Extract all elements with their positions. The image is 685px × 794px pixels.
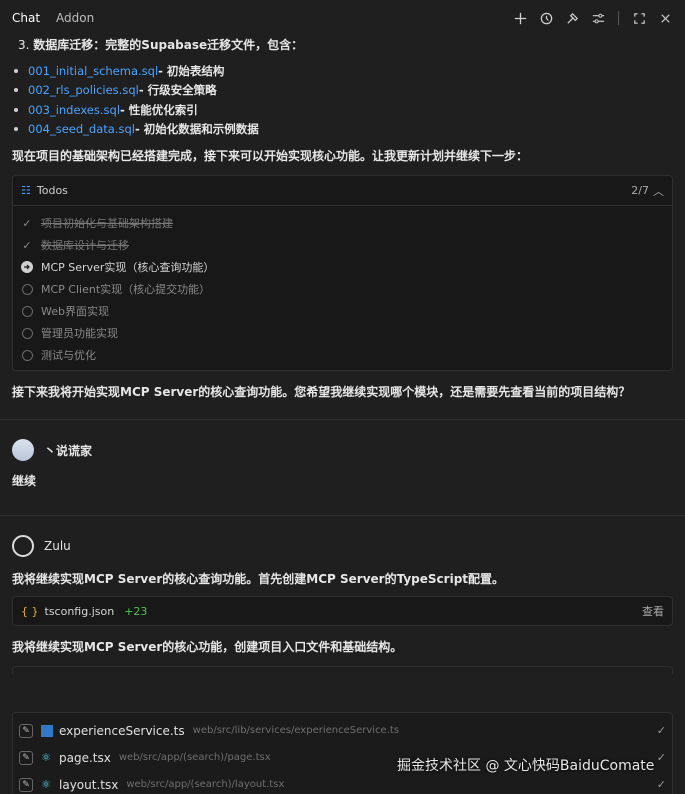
migration-heading: 3. 数据库迁移：完整的Supabase迁移文件，包含：: [18, 38, 304, 52]
todos-title: Todos: [36, 184, 68, 197]
check-icon: ✓: [656, 724, 666, 737]
view-button[interactable]: 查看: [642, 603, 664, 619]
todo-item: MCP Server实现（核心查询功能）: [21, 256, 664, 278]
list-item: 002_rls_policies.sql - 行级安全策略: [12, 81, 673, 101]
question-text: 接下来我将开始实现MCP Server的核心查询功能。您希望我继续实现哪个模块，…: [12, 385, 631, 399]
todos-header[interactable]: ☷ Todos 2/7 ︿: [13, 176, 672, 206]
edited-files-panel: ✎ experienceService.ts web/src/lib/servi…: [12, 712, 673, 794]
react-file-icon: ⚛: [41, 777, 51, 791]
top-bar: Chat Addon: [0, 0, 685, 36]
pending-circle-icon: [21, 327, 33, 339]
check-icon: ✓: [656, 778, 666, 791]
pending-circle-icon: [21, 283, 33, 295]
todo-item: 管理员功能实现: [21, 322, 664, 344]
migration-file-list: 001_initial_schema.sql - 初始表结构 002_rls_p…: [12, 61, 673, 139]
file-change-card[interactable]: [12, 666, 673, 674]
tab-addon[interactable]: Addon: [56, 11, 94, 25]
file-link[interactable]: 001_initial_schema.sql: [28, 64, 158, 78]
user-name: 丶说谎家: [44, 443, 93, 458]
bot-header: Zulu: [12, 516, 673, 576]
todo-item: 测试与优化: [21, 344, 664, 366]
user-message: 继续: [12, 474, 37, 488]
check-icon: ✓: [656, 751, 666, 764]
diff-count: +23: [124, 604, 148, 618]
history-icon[interactable]: [538, 10, 554, 26]
file-change-card[interactable]: { } tsconfig.json +23 查看: [12, 596, 673, 626]
toolbar-divider: [618, 11, 619, 25]
tab-chat[interactable]: Chat: [12, 11, 40, 25]
top-actions: [512, 10, 673, 26]
todo-item: Web界面实现: [21, 300, 664, 322]
todos-panel: ☷ Todos 2/7 ︿ ✓ 项目初始化与基础架构搭建 ✓ 数据库设计与迁移 MCP…: [12, 175, 673, 371]
watermark: 掘金技术社区 @ 文心快码BaiduComate: [397, 758, 655, 774]
edit-icon[interactable]: ✎: [19, 723, 33, 738]
hammer-icon[interactable]: [564, 10, 580, 26]
list-item: 001_initial_schema.sql - 初始表结构: [12, 61, 673, 81]
pending-circle-icon: [21, 305, 33, 317]
list-item: 004_seed_data.sql - 初始化数据和示例数据: [12, 120, 673, 140]
expand-icon[interactable]: [631, 10, 647, 26]
check-icon: ✓: [22, 238, 32, 252]
close-icon[interactable]: [657, 10, 673, 26]
pending-circle-icon: [21, 349, 33, 361]
checklist-icon: ☷: [21, 184, 31, 197]
json-file-icon: { }: [21, 604, 39, 618]
file-link[interactable]: 004_seed_data.sql: [28, 122, 135, 136]
edit-icon[interactable]: ✎: [19, 777, 33, 792]
chat-content: 3. 数据库迁移：完整的Supabase迁移文件，包含： 001_initial…: [0, 36, 685, 674]
todo-list: ✓ 项目初始化与基础架构搭建 ✓ 数据库设计与迁移 MCP Server实现（核心查…: [13, 206, 672, 370]
list-item: 003_indexes.sql - 性能优化索引: [12, 100, 673, 120]
file-link[interactable]: 003_indexes.sql: [28, 103, 120, 117]
summary-text: 现在项目的基础架构已经搭建完成，接下来可以开始实现核心功能。让我更新计划并继续下…: [12, 149, 529, 163]
todos-count: 2/7 ︿: [631, 183, 664, 199]
zulu-logo-icon: [12, 535, 34, 557]
todo-item: ✓ 数据库设计与迁移: [22, 238, 129, 253]
edit-icon[interactable]: ✎: [19, 750, 33, 765]
user-header: 丶说谎家: [12, 420, 673, 480]
bot-name: Zulu: [44, 539, 71, 553]
bot-message: 我将继续实现MCP Server的核心功能，创建项目入口文件和基础结构。: [12, 640, 403, 654]
todo-item: MCP Client实现（核心提交功能）: [21, 278, 664, 300]
settings-sliders-icon[interactable]: [590, 10, 606, 26]
plus-icon[interactable]: [512, 10, 528, 26]
chevron-up-icon[interactable]: ︿: [653, 183, 664, 199]
bot-message: 我将继续实现MCP Server的核心查询功能。首先创建MCP Server的T…: [12, 572, 505, 586]
check-icon: ✓: [22, 216, 32, 230]
file-name: tsconfig.json: [44, 604, 115, 618]
todo-item: ✓ 项目初始化与基础架构搭建: [22, 216, 173, 231]
avatar: [12, 439, 34, 461]
react-file-icon: ⚛: [41, 750, 51, 764]
file-link[interactable]: 002_rls_policies.sql: [28, 83, 139, 97]
ts-file-icon: [41, 724, 53, 737]
edited-file-row[interactable]: ✎ experienceService.ts web/src/lib/servi…: [19, 717, 666, 744]
in-progress-icon: [21, 261, 33, 273]
